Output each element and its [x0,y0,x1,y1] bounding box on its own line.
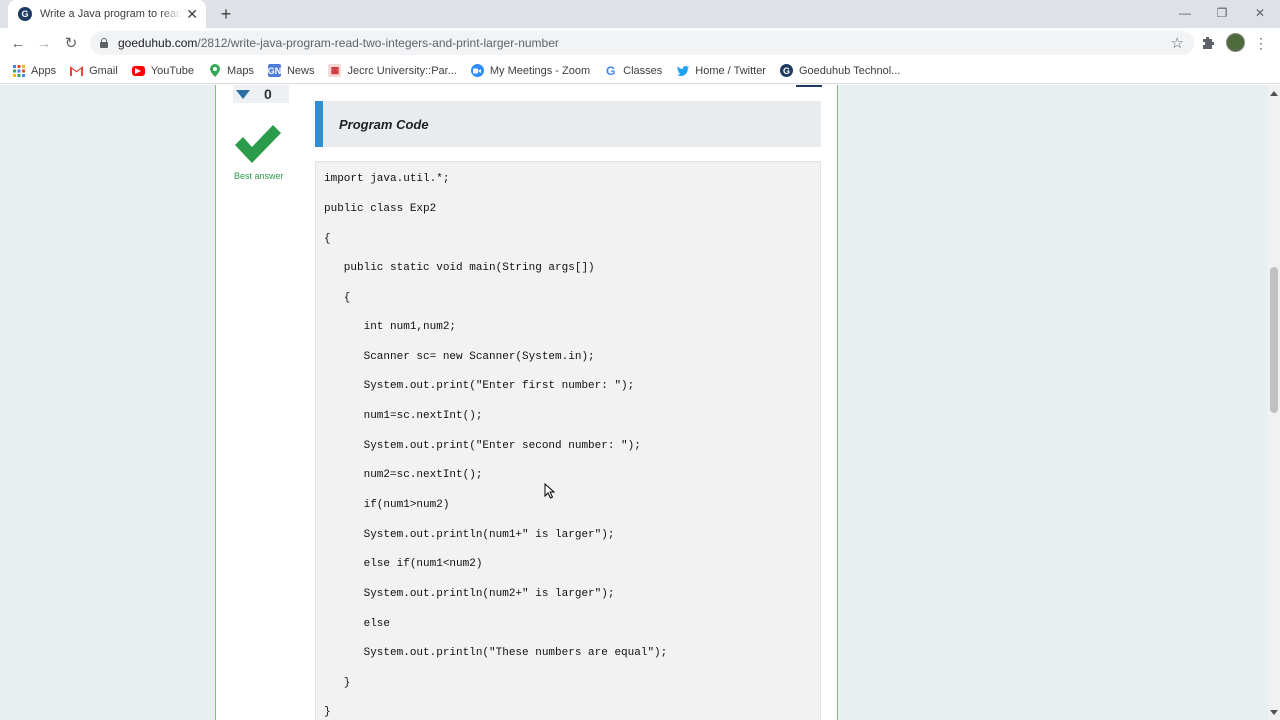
code-block: import java.util.*; public class Exp2 { … [315,161,821,720]
profile-avatar-icon[interactable] [1226,33,1245,52]
lock-icon [100,38,108,48]
apps-grid-icon [12,64,25,77]
url-text: goeduhub.com/2812/write-java-program-rea… [118,36,559,50]
tab-strip: G Write a Java program to read two integ… [0,0,1280,28]
bookmark-youtube[interactable]: YouTube [131,64,195,77]
code-line: System.out.print("Enter first number: ")… [324,380,635,392]
code-line: { [324,233,331,245]
bookmark-label: News [286,64,315,77]
vote-down-icon[interactable] [236,89,250,99]
mouse-cursor-icon [544,483,556,499]
answer-container: 0 Best answer Program Code import java.u… [215,85,838,720]
code-line: System.out.println("These numbers are eq… [324,647,668,659]
code-line: System.out.println(num2+" is larger"); [324,588,615,600]
bookmark-label: Classes [623,64,663,77]
code-line: { [324,292,351,304]
zoom-icon [470,64,484,77]
bookmark-gmail[interactable]: Gmail [70,64,118,77]
bookmark-label: Jecrc University::Par... [347,64,457,77]
code-line: else if(num1<num2) [324,558,483,570]
page-viewport: 0 Best answer Program Code import java.u… [0,85,1268,720]
code-line: public static void main(String args[]) [324,262,595,274]
code-line: int num1,num2; [324,321,457,333]
address-bar[interactable]: goeduhub.com/2812/write-java-program-rea… [90,31,1194,55]
bookmark-jecrc[interactable]: ▦ Jecrc University::Par... [328,64,457,77]
bookmark-twitter[interactable]: Home / Twitter [676,64,766,77]
code-line: if(num1>num2) [324,499,450,511]
extensions-puzzle-icon[interactable] [1199,34,1217,52]
scroll-up-arrow-icon[interactable] [1270,91,1278,96]
code-line: public class Exp2 [324,203,437,215]
code-line: num2=sc.nextInt(); [324,469,483,481]
jecrc-icon: ▦ [328,64,342,77]
more-menu-icon[interactable]: ⋮ [1252,34,1270,52]
bookmarks-bar: Apps Gmail YouTube Maps GN News ▦ Jecrc … [0,58,1280,84]
bookmark-apps[interactable]: Apps [12,64,56,77]
section-heading: Program Code [315,101,821,147]
goeduhub-favicon-icon: G [18,7,32,21]
best-answer-check-icon [235,125,281,163]
bookmark-star-icon[interactable]: ☆ [1171,34,1184,52]
bookmark-maps[interactable]: Maps [208,64,254,77]
vote-count: 0 [264,86,272,102]
news-icon: GN [267,64,282,77]
bookmark-label: Home / Twitter [695,64,766,77]
url-path: /2812/write-java-program-read-two-intege… [197,36,559,50]
new-tab-plus-icon[interactable]: + [216,4,236,24]
best-answer-label: Best answer [234,171,284,181]
goeduhub-icon: G [779,64,793,77]
code-line: } [324,677,351,689]
section-heading-text: Program Code [339,116,429,132]
bookmark-classes[interactable]: G Classes [604,63,663,78]
google-icon: G [605,63,616,78]
code-line: else [324,618,391,630]
window-close-icon[interactable]: ✕ [1248,4,1272,22]
vote-box: 0 [233,85,289,103]
bookmark-label: YouTube [150,64,195,77]
tab-title: Write a Java program to read two integer… [40,8,182,20]
page-scrollbar[interactable] [1268,85,1280,720]
scrollbar-thumb[interactable] [1270,267,1278,413]
youtube-icon [131,65,145,76]
bookmark-zoom[interactable]: My Meetings - Zoom [470,64,591,77]
twitter-icon [676,64,689,77]
code-line: } [324,706,331,718]
reload-icon[interactable]: ↻ [61,33,81,53]
bookmark-goeduhub[interactable]: G Goeduhub Technol... [779,64,901,77]
tab-close-icon[interactable]: ✕ [186,7,198,21]
code-line: System.out.println(num1+" is larger"); [324,529,615,541]
browser-tab[interactable]: G Write a Java program to read two integ… [8,0,206,28]
browser-toolbar: ← → ↻ goeduhub.com/2812/write-java-progr… [0,28,1280,58]
code-line: Scanner sc= new Scanner(System.in); [324,351,595,363]
forward-arrow-icon[interactable]: → [34,33,54,53]
bookmark-news[interactable]: GN News [267,64,315,77]
code-line: import java.util.*; [324,173,450,185]
minimize-icon[interactable]: — [1173,4,1197,22]
bookmark-label: Maps [227,64,254,77]
bookmark-label: My Meetings - Zoom [489,64,591,77]
gmail-icon [70,64,84,77]
code-line: System.out.print("Enter second number: "… [324,440,641,452]
divider [796,85,822,87]
bookmark-label: Apps [31,64,57,77]
code-line: num1=sc.nextInt(); [324,410,483,422]
url-domain: goeduhub.com [118,36,198,50]
restore-icon[interactable]: ❐ [1210,4,1234,22]
back-arrow-icon[interactable]: ← [8,33,28,53]
scroll-down-arrow-icon[interactable] [1270,710,1278,715]
bookmark-label: Goeduhub Technol... [798,64,901,77]
bookmark-label: Gmail [89,64,118,77]
maps-pin-icon [208,64,221,77]
